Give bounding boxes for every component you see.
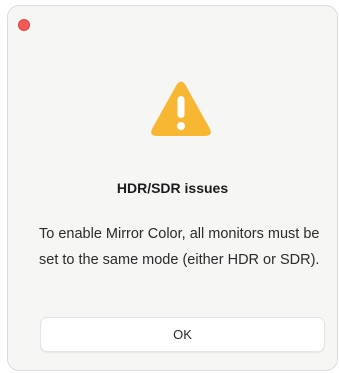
close-icon[interactable] bbox=[18, 19, 30, 31]
dialog-message: To enable Mirror Color, all monitors mus… bbox=[39, 226, 320, 268]
warning-icon bbox=[148, 79, 214, 139]
dialog-title: HDR/SDR issues bbox=[116, 180, 229, 196]
ok-button[interactable]: OK bbox=[40, 317, 325, 352]
